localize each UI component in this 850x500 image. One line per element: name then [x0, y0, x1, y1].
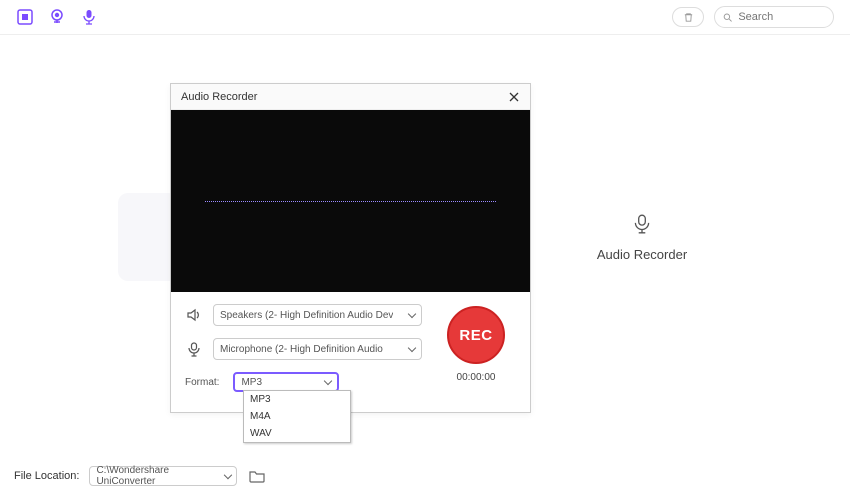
format-row: Format: MP3: [185, 372, 422, 392]
format-dropdown: MP3 M4A WAV: [243, 390, 351, 443]
close-button[interactable]: [508, 91, 520, 103]
dialog-header: Audio Recorder: [171, 84, 530, 110]
open-folder-button[interactable]: [247, 467, 267, 485]
audio-recorder-dialog: Audio Recorder Speakers (2- High Definit…: [170, 83, 531, 413]
search-icon: [723, 12, 732, 23]
screen-record-icon[interactable]: [16, 8, 34, 26]
format-select-label: MP3: [241, 377, 262, 388]
close-icon: [508, 91, 520, 103]
microphone-select[interactable]: Microphone (2- High Definition Audio: [213, 338, 422, 360]
search-input[interactable]: [738, 11, 825, 23]
format-option-wav[interactable]: WAV: [244, 425, 350, 442]
format-label: Format:: [185, 377, 219, 388]
file-location-select[interactable]: C:\Wondershare UniConverter: [89, 466, 237, 486]
speaker-icon: [185, 306, 203, 324]
waveform-line: [205, 201, 496, 202]
format-option-m4a[interactable]: M4A: [244, 408, 350, 425]
format-option-mp3[interactable]: MP3: [244, 391, 350, 408]
topbar-left: [16, 8, 98, 26]
mic-icon[interactable]: [80, 8, 98, 26]
controls-left: Speakers (2- High Definition Audio Dev M…: [185, 304, 422, 392]
speaker-select[interactable]: Speakers (2- High Definition Audio Dev: [213, 304, 422, 326]
chevron-down-icon: [324, 377, 332, 385]
chevron-down-icon: [408, 344, 416, 352]
folder-icon: [249, 469, 265, 483]
search-box[interactable]: [714, 6, 834, 28]
audio-recorder-card[interactable]: Audio Recorder: [542, 193, 742, 281]
speaker-select-label: Speakers (2- High Definition Audio Dev: [220, 310, 393, 321]
microphone-icon: [185, 340, 203, 358]
dialog-controls: Speakers (2- High Definition Audio Dev M…: [171, 292, 530, 412]
file-location-label: File Location:: [14, 470, 79, 482]
record-area: REC 00:00:00: [436, 304, 516, 392]
time-elapsed: 00:00:00: [457, 372, 496, 383]
audio-recorder-card-label: Audio Recorder: [597, 247, 687, 262]
file-location-value: C:\Wondershare UniConverter: [96, 465, 224, 487]
topbar-right: [672, 6, 834, 28]
microphone-select-label: Microphone (2- High Definition Audio: [220, 344, 383, 355]
waveform-display: [171, 110, 530, 292]
format-select[interactable]: MP3: [233, 372, 339, 392]
footer: File Location: C:\Wondershare UniConvert…: [14, 466, 267, 486]
trash-button[interactable]: [672, 7, 704, 27]
mic-icon: [631, 213, 653, 235]
record-button-label: REC: [459, 327, 492, 344]
dialog-title: Audio Recorder: [181, 91, 257, 103]
camera-icon[interactable]: [48, 8, 66, 26]
speaker-row: Speakers (2- High Definition Audio Dev: [185, 304, 422, 326]
chevron-down-icon: [408, 310, 416, 318]
top-bar: [0, 0, 850, 35]
record-button[interactable]: REC: [447, 306, 505, 364]
background-card-left: [118, 193, 178, 281]
microphone-row: Microphone (2- High Definition Audio: [185, 338, 422, 360]
